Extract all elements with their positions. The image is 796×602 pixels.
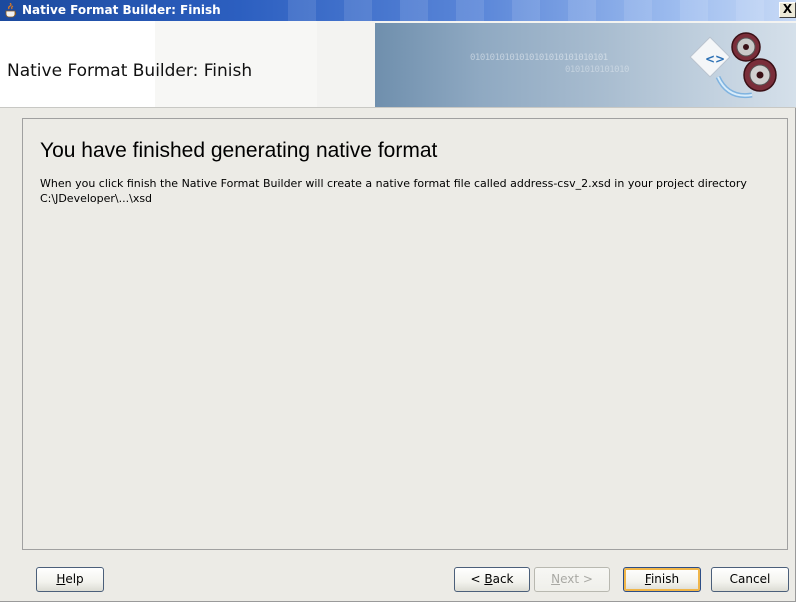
title-bar[interactable]: Native Format Builder: Finish X xyxy=(0,0,796,21)
svg-text:<>: <> xyxy=(705,52,725,66)
banner-binary-text-2: 0101010101010 xyxy=(565,65,629,75)
close-icon: X xyxy=(782,2,793,16)
finish-description: When you click finish the Native Format … xyxy=(40,177,747,205)
next-label-rest: ext > xyxy=(560,572,593,586)
help-mnemonic: H xyxy=(56,572,66,586)
help-label-rest: elp xyxy=(65,572,84,586)
page-title: Native Format Builder: Finish xyxy=(7,61,253,81)
back-button[interactable]: < Back xyxy=(454,567,530,592)
finish-heading: You have finished generating native form… xyxy=(40,139,438,162)
wizard-header: Native Format Builder: Finish 0101010101… xyxy=(0,21,796,108)
finish-button[interactable]: Finish xyxy=(623,567,701,592)
next-button[interactable]: Next > xyxy=(534,567,610,592)
window-title: Native Format Builder: Finish xyxy=(22,3,221,17)
java-cup-icon xyxy=(5,3,17,18)
close-button[interactable]: X xyxy=(779,2,796,18)
header-banner: 0101010101010101010101010101 01010101010… xyxy=(375,23,796,107)
back-prefix: < xyxy=(470,572,485,586)
next-mnemonic: N xyxy=(551,572,561,586)
wizard-gear-graphic-icon: <> xyxy=(689,32,777,99)
title-bar-decoration xyxy=(260,0,766,21)
help-button[interactable]: Help xyxy=(36,567,104,592)
content-panel: You have finished generating native form… xyxy=(22,118,788,550)
back-mnemonic: B xyxy=(484,572,493,586)
native-format-builder-dialog: Native Format Builder: Finish X Native F… xyxy=(0,0,796,602)
finish-label-rest: inish xyxy=(650,572,680,586)
cancel-button[interactable]: Cancel xyxy=(711,567,789,592)
banner-binary-text: 0101010101010101010101010101 xyxy=(470,53,608,63)
cancel-label: Cancel xyxy=(729,572,771,586)
back-label-rest: ack xyxy=(492,572,514,586)
